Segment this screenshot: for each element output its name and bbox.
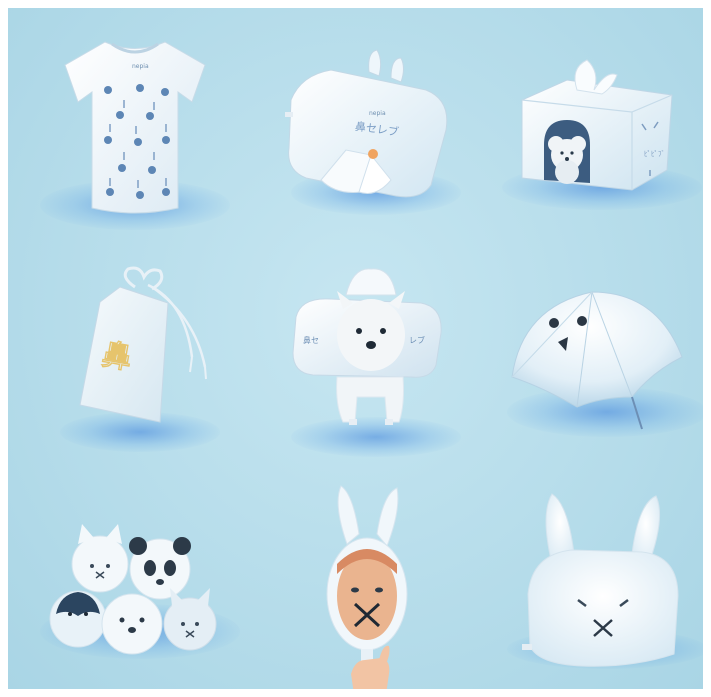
omamori-item: 鼻	[20, 247, 251, 474]
bunny-mirror-illustration	[326, 485, 408, 689]
bunny-cover-illustration	[522, 493, 679, 667]
plush-animals-illustration	[49, 524, 217, 655]
squirrel-plush	[163, 588, 217, 651]
tshirt-item: nepia	[20, 20, 251, 247]
bunny-cover-item	[482, 474, 703, 689]
umbrella-illustration	[511, 291, 683, 430]
tshirt-illustration: nepia	[64, 41, 206, 214]
tissue-box-house-item: ﾋﾟﾋﾟﾌﾞ	[482, 20, 703, 247]
plush-animals-item	[20, 474, 251, 689]
product-grid: nepia nepia 鼻セレブ ﾋﾟﾋﾟﾌﾞ 鼻 鼻セ レブ	[8, 8, 703, 689]
bunny-mirror-item	[251, 474, 482, 689]
tissue-box-illustration: ﾋﾟﾋﾟﾌﾞ	[521, 59, 673, 191]
dog-pillow-left-text: 鼻セ	[303, 335, 319, 345]
omamori-kanji: 鼻	[99, 337, 135, 377]
white-cat-plush	[71, 524, 129, 593]
tissue-pillow-illustration: nepia 鼻セレブ	[285, 49, 448, 198]
dog-pillow-right-text: レブ	[409, 335, 425, 345]
panda-plush	[129, 537, 191, 600]
tissue-pillow-item: nepia 鼻セレブ	[251, 20, 482, 247]
seal-plush	[101, 593, 163, 655]
westie-dog-illustration: 鼻セ レブ	[292, 268, 442, 425]
tshirt-tag: nepia	[132, 63, 149, 70]
tissue-box-label: ﾋﾟﾋﾟﾌﾞ	[644, 150, 665, 158]
umbrella-item	[482, 247, 703, 474]
omamori-illustration: 鼻	[79, 266, 207, 423]
westie-dog-item: 鼻セ レブ	[251, 247, 482, 474]
pillow-brand: nepia	[369, 110, 386, 117]
penguin-plush	[49, 590, 107, 648]
